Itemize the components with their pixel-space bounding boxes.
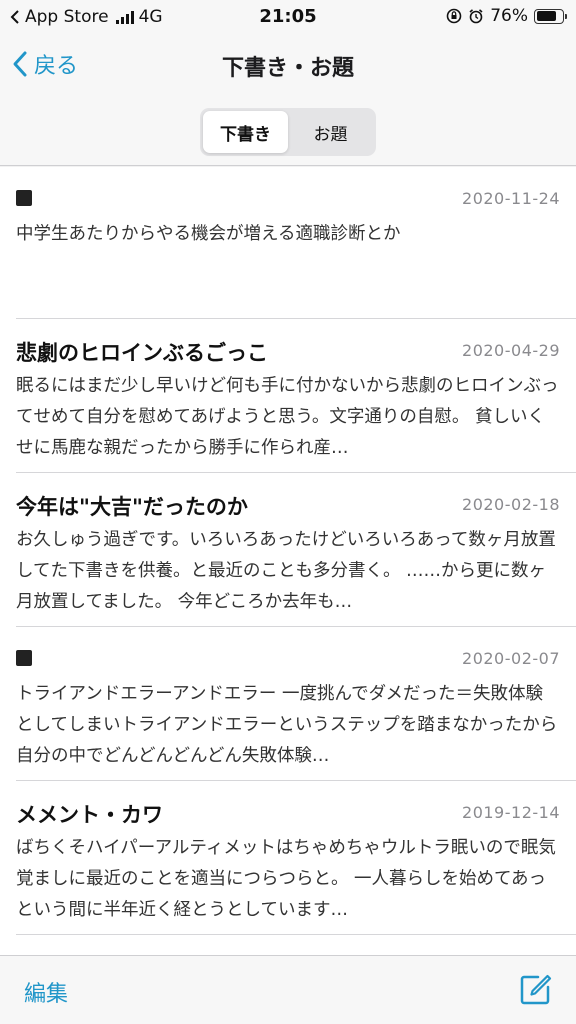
page-title: 下書き・お題 [221,56,354,81]
tab-drafts[interactable]: 下書き [203,111,288,153]
entry-header: メメント・カワ 2019-12-14 [16,799,560,829]
rotation-lock-icon [446,8,462,24]
list-item[interactable]: 2020-11-24 中学生あたりからやる機会が増える適職診断とか [0,167,576,319]
entry-header: 今年は"大吉"だったのか 2020-02-18 [16,491,560,521]
status-right: 76% [446,6,567,26]
status-bar: App Store 4G 21:05 76% [0,0,576,34]
list-item[interactable]: 2020-02-07 トライアンドエラーアンドエラー 一度挑んでダメだった＝失敗… [0,627,576,781]
entry-header: 2020-02-07 [16,645,560,675]
entry-date: 2020-02-18 [462,495,560,514]
entry-date: 2019-12-14 [462,803,560,822]
nav-bar: 戻る 下書き・お題 下書き お題 [0,34,576,166]
entry-body: お久しゅう過ぎです。いろいろあったけどいろいろあって数ヶ月放置してた下書きを供養… [16,530,556,612]
square-icon [16,650,32,666]
entry-title [16,645,32,671]
battery-fill [536,11,556,21]
compose-button[interactable] [518,973,552,1011]
compose-icon [520,974,552,1005]
list-item[interactable]: 今年は"大吉"だったのか 2020-02-18 お久しゅう過ぎです。いろいろあっ… [0,473,576,627]
entry-header: 2020-11-24 [16,185,560,215]
entry-title [16,185,32,211]
list-item[interactable]: メメント・カワ 2019-12-14 ばちくそハイパーアルティメットはちゃめちゃ… [0,781,576,935]
entry-body: トライアンドエラーアンドエラー 一度挑んでダメだった＝失敗体験 としてしまいトラ… [16,684,558,766]
entry-title: 今年は"大吉"だったのか [16,495,248,519]
edit-button[interactable]: 編集 [24,976,68,1008]
entry-body: 眠るにはまだ少し早いけど何も手に付かないから悲劇のヒロインぶってせめて自分を慰め… [16,376,559,458]
entry-date: 2020-04-29 [462,341,560,360]
alarm-icon [469,9,483,24]
entry-body: 中学生あたりからやる機会が増える適職診断とか [16,224,401,244]
entry-date: 2020-02-07 [462,649,560,668]
square-icon [16,190,32,206]
entry-date: 2020-11-24 [462,189,560,208]
tab-topics[interactable]: お題 [288,111,373,153]
list-item-partial[interactable] [0,935,576,955]
battery-percent: 76% [490,6,528,26]
entry-title: メメント・カワ [16,803,163,827]
draft-list: 2020-11-24 中学生あたりからやる機会が増える適職診断とか 悲劇のヒロイ… [0,167,576,955]
entry-body: ばちくそハイパーアルティメットはちゃめちゃウルトラ眠いので眠気覚ましに最近のこと… [16,838,556,920]
entry-title: 悲劇のヒロインぶるごっこ [16,341,268,365]
entry-header: 悲劇のヒロインぶるごっこ 2020-04-29 [16,337,560,367]
list-item[interactable]: 悲劇のヒロインぶるごっこ 2020-04-29 眠るにはまだ少し早いけど何も手に… [0,319,576,473]
battery-icon [534,8,567,24]
bottom-toolbar: 編集 [0,955,576,1024]
segmented-control: 下書き お題 [200,108,376,156]
